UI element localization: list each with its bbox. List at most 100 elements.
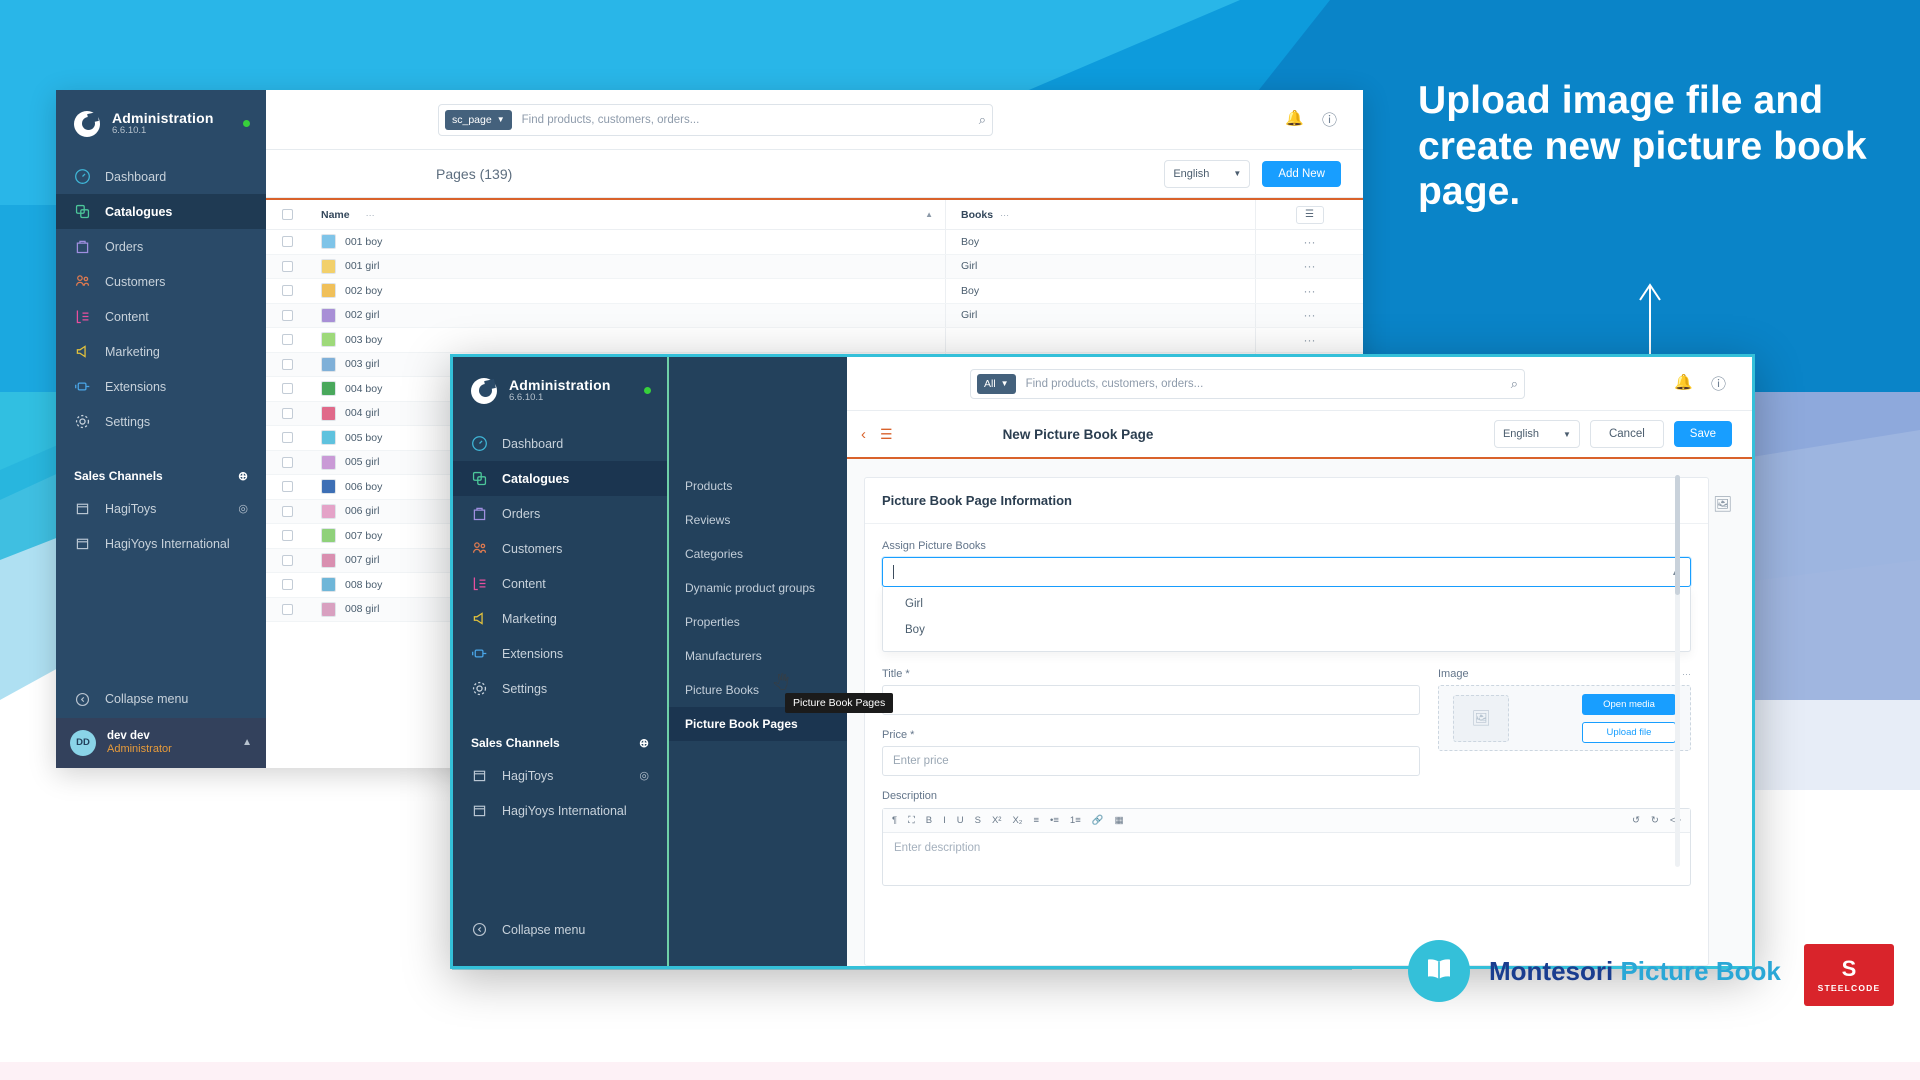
help-icon[interactable]: ⓘ	[1711, 373, 1726, 394]
sales-channel-hagiyoys-international[interactable]: HagiYoys International	[56, 526, 266, 561]
table-row[interactable]: 002 girl Girl ···	[266, 303, 1363, 328]
bg-search-bar[interactable]: sc_page ▼ Find products, customers, orde…	[438, 103, 993, 136]
column-options-icon[interactable]: ···	[1000, 210, 1009, 220]
search-scope-pill[interactable]: sc_page ▼	[445, 109, 512, 130]
editor-tool[interactable]: ↺	[1632, 815, 1640, 826]
search-icon[interactable]: ⌕	[1511, 376, 1518, 392]
submenu-item-properties[interactable]: Properties	[669, 605, 847, 639]
description-textarea[interactable]: Enter description	[883, 833, 1690, 885]
row-actions-icon[interactable]: ···	[1304, 284, 1316, 298]
sidebar-item-dashboard[interactable]: Dashboard	[56, 159, 266, 194]
editor-tool[interactable]: I	[943, 815, 946, 826]
sidebar-item-orders[interactable]: Orders	[56, 229, 266, 264]
select-all-checkbox[interactable]	[281, 209, 293, 220]
scrollbar-thumb[interactable]	[1675, 475, 1680, 595]
add-new-button[interactable]: Add New	[1262, 160, 1341, 187]
editor-tool[interactable]: ▦	[1115, 815, 1124, 826]
submenu-item-dynamic-product-groups[interactable]: Dynamic product groups	[669, 571, 847, 605]
add-sales-channel-icon[interactable]: ⊕	[238, 469, 248, 483]
dropdown-option-boy[interactable]: Boy	[883, 617, 1690, 643]
editor-tool[interactable]: B	[926, 815, 932, 826]
row-actions-icon[interactable]: ···	[1304, 333, 1316, 347]
submenu-item-reviews[interactable]: Reviews	[669, 503, 847, 537]
image-options-icon[interactable]: ···	[1682, 669, 1691, 679]
list-view-icon[interactable]: ☰	[880, 426, 893, 443]
editor-tool[interactable]: ⛶	[908, 815, 915, 826]
row-checkbox[interactable]	[281, 334, 293, 346]
editor-tool[interactable]: 1≡	[1070, 815, 1081, 826]
sidebar-item-dashboard[interactable]: Dashboard	[453, 426, 667, 461]
submenu-item-manufacturers[interactable]: Manufacturers	[669, 639, 847, 673]
table-row[interactable]: 001 boy Boy ···	[266, 230, 1363, 255]
sidebar-item-settings[interactable]: Settings	[56, 404, 266, 439]
eye-icon[interactable]: ◎	[639, 769, 649, 782]
row-checkbox[interactable]	[281, 505, 293, 517]
submenu-item-products[interactable]: Products	[669, 469, 847, 503]
search-icon[interactable]: ⌕	[979, 112, 986, 128]
dropdown-option-girl[interactable]: Girl	[883, 591, 1690, 617]
price-input[interactable]: Enter price	[882, 746, 1420, 776]
search-scope-pill[interactable]: All ▼	[977, 373, 1016, 394]
row-checkbox[interactable]	[281, 383, 293, 395]
table-row[interactable]: 001 girl Girl ···	[266, 254, 1363, 279]
help-icon[interactable]: ⓘ	[1322, 109, 1337, 130]
sidebar-item-catalogues[interactable]: Catalogues	[453, 461, 667, 497]
editor-tool[interactable]: S	[975, 815, 981, 826]
sales-channel-hagitoys[interactable]: HagiToys ◎	[56, 491, 266, 526]
media-sidebar-icon[interactable]: 🖼	[1713, 495, 1732, 513]
row-checkbox[interactable]	[281, 236, 293, 248]
save-button[interactable]: Save	[1673, 421, 1732, 447]
sidebar-item-extensions[interactable]: Extensions	[56, 369, 266, 404]
back-chevron-icon[interactable]: ‹	[861, 426, 866, 443]
column-options-icon[interactable]: ···	[366, 210, 375, 220]
table-row[interactable]: 002 boy Boy ···	[266, 279, 1363, 304]
row-actions-icon[interactable]: ···	[1304, 308, 1316, 322]
sales-channel-hagiyoys-international[interactable]: HagiYoys International	[453, 793, 667, 828]
sidebar-item-marketing[interactable]: Marketing	[56, 334, 266, 369]
notifications-icon[interactable]: 🔔	[1285, 109, 1304, 130]
row-checkbox[interactable]	[281, 530, 293, 542]
sidebar-item-settings[interactable]: Settings	[453, 671, 667, 706]
editor-tool[interactable]: ↻	[1651, 815, 1659, 826]
row-checkbox[interactable]	[281, 407, 293, 419]
sidebar-item-marketing[interactable]: Marketing	[453, 601, 667, 636]
eye-icon[interactable]: ◎	[238, 502, 248, 515]
row-checkbox[interactable]	[281, 432, 293, 444]
row-checkbox[interactable]	[281, 603, 293, 615]
sidebar-item-catalogues[interactable]: Catalogues	[56, 194, 266, 230]
sidebar-item-extensions[interactable]: Extensions	[453, 636, 667, 671]
editor-tool[interactable]: ≡	[1034, 815, 1040, 826]
editor-tool[interactable]: 🔗	[1092, 815, 1104, 826]
row-checkbox[interactable]	[281, 481, 293, 493]
editor-tool[interactable]: U	[957, 815, 964, 826]
row-checkbox[interactable]	[281, 456, 293, 468]
sidebar-item-customers[interactable]: Customers	[453, 531, 667, 566]
image-dropzone[interactable]: 🖼 Open media Upload file	[1438, 685, 1691, 751]
sidebar-item-content[interactable]: Content	[56, 299, 266, 334]
modal-language-select[interactable]: English ▼	[1493, 420, 1580, 448]
user-menu[interactable]: DD dev dev Administrator ▲	[56, 717, 266, 768]
title-input[interactable]	[882, 685, 1420, 715]
modal-search-bar[interactable]: All ▼ Find products, customers, orders..…	[970, 368, 1525, 399]
row-checkbox[interactable]	[281, 260, 293, 272]
sales-channel-hagitoys[interactable]: HagiToys ◎	[453, 758, 667, 793]
editor-tool[interactable]: X₂	[1012, 815, 1022, 826]
row-actions-icon[interactable]: ···	[1304, 235, 1316, 249]
column-settings-icon[interactable]: ☰	[1295, 205, 1324, 224]
collapse-menu-button[interactable]: Collapse menu	[453, 911, 667, 948]
sort-asc-icon[interactable]: ▲	[925, 210, 945, 219]
sidebar-item-orders[interactable]: Orders	[453, 496, 667, 531]
table-row[interactable]: 003 boy ···	[266, 328, 1363, 353]
row-checkbox[interactable]	[281, 285, 293, 297]
row-checkbox[interactable]	[281, 309, 293, 321]
submenu-item-categories[interactable]: Categories	[669, 537, 847, 571]
bg-language-select[interactable]: English ▼	[1164, 159, 1251, 188]
description-editor[interactable]: ¶⛶BIUSX²X₂≡•≡1≡🔗▦↺↻<> Enter description	[882, 808, 1691, 886]
collapse-menu-button[interactable]: Collapse menu	[56, 681, 266, 718]
open-media-button[interactable]: Open media	[1582, 693, 1676, 715]
row-checkbox[interactable]	[281, 554, 293, 566]
row-checkbox[interactable]	[281, 579, 293, 591]
row-actions-icon[interactable]: ···	[1304, 259, 1316, 273]
editor-tool[interactable]: X²	[992, 815, 1002, 826]
add-sales-channel-icon[interactable]: ⊕	[639, 736, 649, 750]
